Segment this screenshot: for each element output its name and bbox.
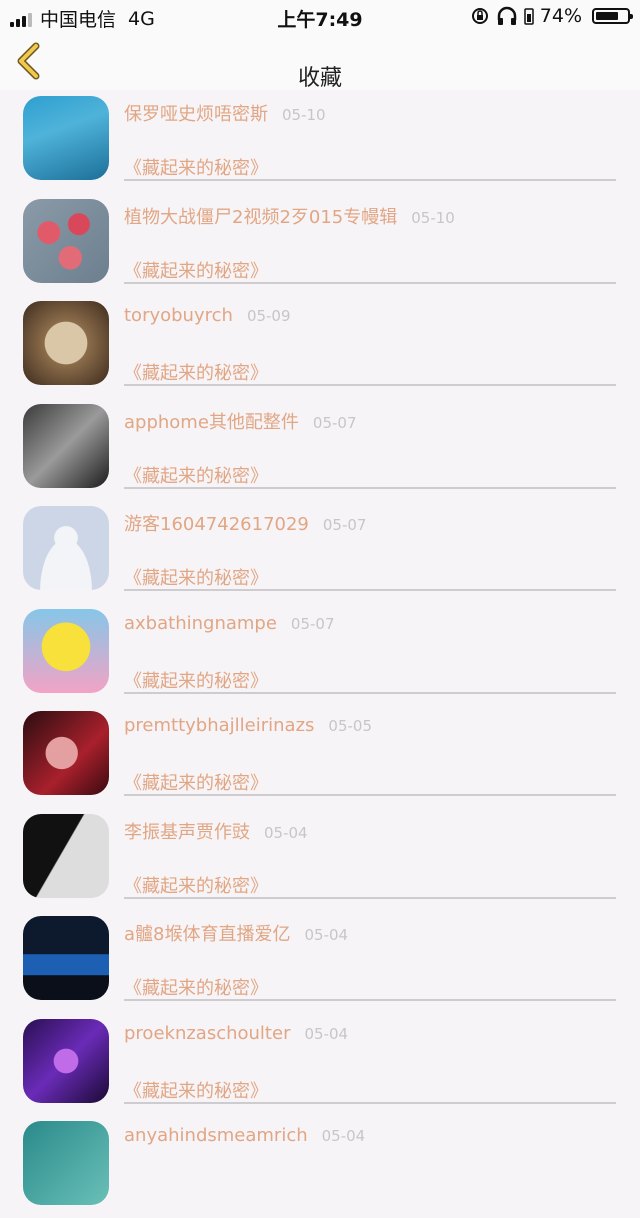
avatar-bw-girl-image <box>23 813 109 898</box>
item-date: 05-04 <box>304 1024 349 1043</box>
item-date: 05-10 <box>411 208 455 227</box>
avatar[interactable] <box>23 198 109 283</box>
item-date: 05-04 <box>264 823 308 842</box>
battery-icon <box>592 8 633 24</box>
book-title-link[interactable]: 《藏起来的秘密》 <box>124 154 268 180</box>
avatar-spongebob-image <box>23 608 109 693</box>
favorite-item[interactable]: apphome其他配整件 05-07 《藏起来的秘密》 <box>0 398 640 501</box>
favorite-item[interactable]: toryobuyrch 05-09 《藏起来的秘密》 <box>0 295 640 398</box>
user-name-text: apphome其他配整件 <box>124 411 299 433</box>
book-title-link[interactable]: 《藏起来的秘密》 <box>124 1077 268 1103</box>
status-right: 74% <box>470 5 633 27</box>
divider <box>124 384 616 386</box>
user-name-text: 李振基声贾作豉 <box>124 821 250 843</box>
item-date: 05-07 <box>312 413 357 432</box>
item-date: 05-07 <box>290 614 335 633</box>
divider <box>124 589 616 591</box>
user-name[interactable]: toryobuyrch 05-09 <box>124 305 291 326</box>
favorite-item[interactable]: axbathingnampe 05-07 《藏起来的秘密》 <box>0 603 640 706</box>
avatar-red-portrait-image <box>23 711 109 795</box>
user-name[interactable]: 保罗哑史烦唔密斯 05-10 <box>124 100 326 126</box>
avatar[interactable] <box>23 301 109 385</box>
nav-bar: 收藏 <box>0 32 640 91</box>
favorite-item[interactable]: 保罗哑史烦唔密斯 05-10 《藏起来的秘密》 <box>0 90 640 193</box>
favorite-item[interactable]: a髗8堠体育直播爱亿 05-04 《藏起来的秘密》 <box>0 910 640 1013</box>
user-name-text: 游客1604742617029 <box>124 514 309 535</box>
item-date: 05-04 <box>321 1127 366 1145</box>
user-name-text: axbathingnampe <box>124 612 277 634</box>
user-name-text: a髗8堠体育直播爱亿 <box>124 924 291 945</box>
headphones-icon <box>497 6 517 25</box>
avatar-bw-person-image <box>23 403 109 488</box>
user-name[interactable]: axbathingnampe 05-07 <box>124 613 335 634</box>
user-name[interactable]: 植物大战僵尸2视频2歹015专幔辑 05-10 <box>124 203 455 229</box>
avatar[interactable] <box>23 608 109 693</box>
avatar-paris-tower-image <box>23 301 109 385</box>
user-name-text: anyahindsmeamrich <box>124 1125 308 1146</box>
user-name[interactable]: 李振基声贾作豉 05-04 <box>124 818 308 844</box>
divider <box>124 896 616 899</box>
avatar[interactable] <box>23 711 109 795</box>
avatar[interactable] <box>23 916 109 1000</box>
avatar-blue-car-image <box>23 916 109 1000</box>
divider <box>124 794 616 796</box>
avatar-default-image <box>23 506 109 590</box>
book-title-link[interactable]: 《藏起来的秘密》 <box>124 257 268 283</box>
avatar-girl-blue-wall-image <box>23 96 109 180</box>
divider <box>124 281 616 284</box>
avatar[interactable] <box>23 1018 109 1103</box>
item-date: 05-05 <box>328 717 373 735</box>
user-name-text: premttybhajlleirinazs <box>124 715 315 736</box>
favorite-item[interactable]: 植物大战僵尸2视频2歹015专幔辑 05-10 《藏起来的秘密》 <box>0 193 640 296</box>
item-date: 05-04 <box>304 926 349 944</box>
user-name[interactable]: anyahindsmeamrich 05-04 <box>124 1125 365 1146</box>
battery-percent: 74% <box>539 5 582 27</box>
avatar[interactable] <box>23 96 109 180</box>
avatar[interactable] <box>23 403 109 488</box>
item-date: 05-07 <box>322 516 367 534</box>
book-title-link[interactable]: 《藏起来的秘密》 <box>124 872 268 898</box>
avatar[interactable] <box>23 506 109 590</box>
divider <box>124 999 616 1001</box>
divider <box>124 691 616 694</box>
book-title-link[interactable]: 《藏起来的秘密》 <box>124 974 268 1000</box>
favorite-item[interactable]: 李振基声贾作豉 05-04 《藏起来的秘密》 <box>0 808 640 911</box>
book-title-link[interactable]: 《藏起来的秘密》 <box>124 667 268 693</box>
book-title-link[interactable]: 《藏起来的秘密》 <box>124 359 268 385</box>
book-title-link[interactable]: 《藏起来的秘密》 <box>124 769 268 795</box>
status-bar: 中国电信 4G 上午7:49 74% <box>0 0 640 32</box>
favorite-item[interactable]: premttybhajlleirinazs 05-05 《藏起来的秘密》 <box>0 705 640 808</box>
user-name[interactable]: premttybhajlleirinazs 05-05 <box>124 715 372 736</box>
page-title: 收藏 <box>297 66 342 91</box>
user-name-text: 保罗哑史烦唔密斯 <box>124 104 268 125</box>
user-name[interactable]: 游客1604742617029 05-07 <box>124 510 366 536</box>
avatar-teal-portrait-image <box>23 1121 109 1205</box>
favorite-item[interactable]: anyahindsmeamrich 05-04 <box>0 1115 640 1218</box>
user-name[interactable]: a髗8堠体育直播爱亿 05-04 <box>124 920 348 946</box>
divider <box>124 179 616 181</box>
divider <box>124 486 616 489</box>
user-name[interactable]: proeknzaschoulter 05-04 <box>124 1023 348 1044</box>
user-name-text: toryobuyrch <box>124 305 233 326</box>
divider <box>124 1101 616 1104</box>
avatar[interactable] <box>23 813 109 898</box>
user-name-text: 植物大战僵尸2视频2歹015专幔辑 <box>124 206 398 228</box>
user-name[interactable]: apphome其他配整件 05-07 <box>124 408 357 434</box>
item-date: 05-09 <box>246 307 291 325</box>
favorite-item[interactable]: proeknzaschoulter 05-04 《藏起来的秘密》 <box>0 1013 640 1116</box>
favorites-list: 保罗哑史烦唔密斯 05-10 《藏起来的秘密》 植物大战僵尸2视频2歹015专幔辑 05… <box>0 90 640 1218</box>
avatar-purple-warrior-image <box>23 1018 109 1103</box>
orientation-lock-icon <box>471 8 488 24</box>
favorite-item[interactable]: 游客1604742617029 05-07 《藏起来的秘密》 <box>0 500 640 603</box>
item-date: 05-10 <box>282 106 326 124</box>
avatar[interactable] <box>23 1121 109 1205</box>
book-title-link[interactable]: 《藏起来的秘密》 <box>124 462 268 488</box>
book-title-link[interactable]: 《藏起来的秘密》 <box>124 564 268 590</box>
battery-small-icon <box>524 8 534 25</box>
user-name-text: proeknzaschoulter <box>124 1022 291 1044</box>
avatar-roses-image <box>23 198 109 283</box>
